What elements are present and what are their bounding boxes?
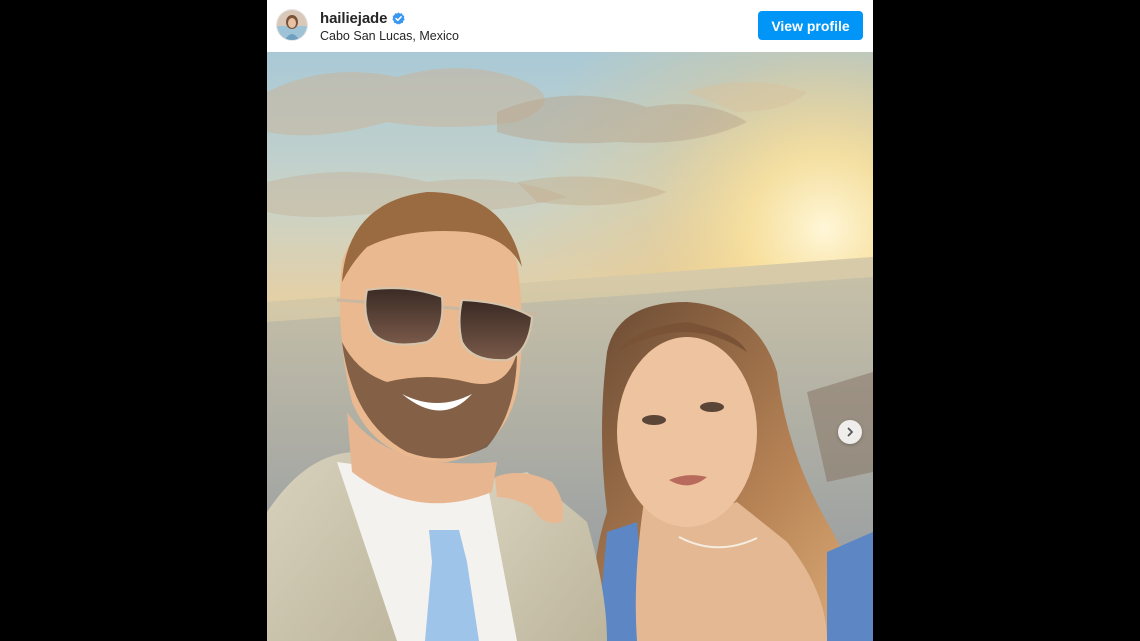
verified-badge-icon bbox=[392, 11, 405, 25]
username-row: hailiejade bbox=[320, 9, 459, 27]
post-header: hailiejade Cabo San Lucas, Mexico View p… bbox=[267, 0, 873, 52]
location-label[interactable]: Cabo San Lucas, Mexico bbox=[320, 29, 459, 43]
user-info: hailiejade Cabo San Lucas, Mexico bbox=[320, 9, 459, 44]
next-photo-button[interactable] bbox=[838, 420, 862, 444]
view-profile-button[interactable]: View profile bbox=[758, 11, 863, 40]
username[interactable]: hailiejade bbox=[320, 10, 387, 27]
avatar[interactable] bbox=[277, 10, 307, 40]
post-photo[interactable] bbox=[267, 52, 873, 641]
chevron-right-icon bbox=[847, 427, 853, 437]
instagram-embed: hailiejade Cabo San Lucas, Mexico View p… bbox=[267, 0, 873, 641]
